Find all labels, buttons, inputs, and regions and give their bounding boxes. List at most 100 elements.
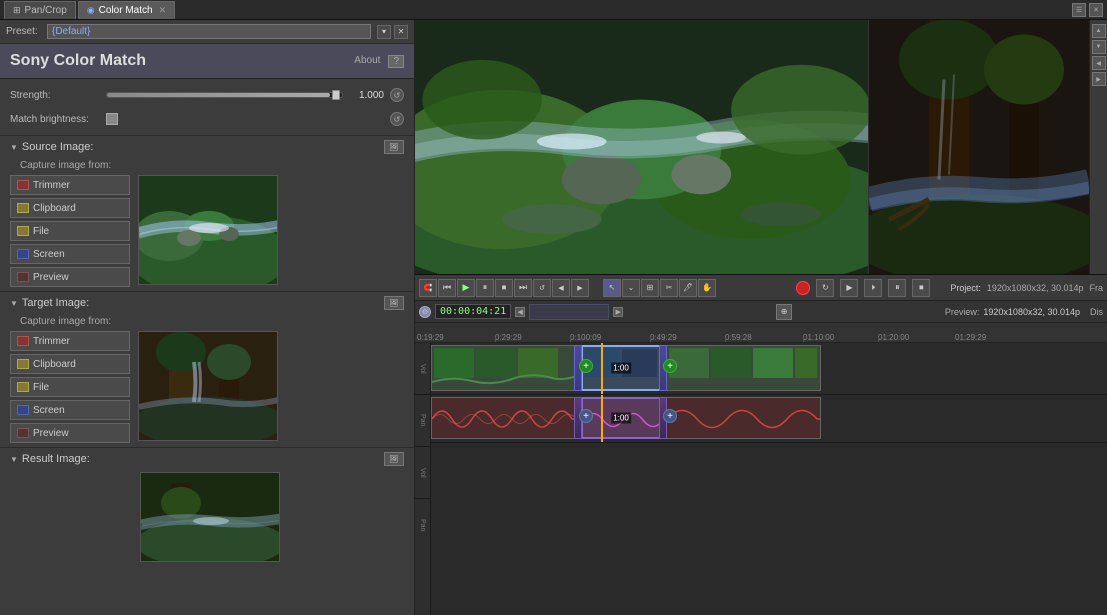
preset-label: Preset: [6,26,41,37]
tc-prev-btn[interactable]: ◀ [515,307,525,317]
render-btn[interactable]: ⏵ [864,279,882,297]
project-label: Project: [950,283,981,293]
stop2-btn[interactable]: ⏹ [912,279,930,297]
match-brightness-checkbox[interactable] [106,113,118,125]
audio-clip-3[interactable] [666,397,821,439]
add-audio-btn-2[interactable]: + [663,409,677,423]
play-btn[interactable]: ▶ [457,279,475,297]
strength-slider[interactable] [106,92,343,98]
source-clipboard-btn[interactable]: Clipboard [10,198,130,218]
add-clip-btn-1[interactable]: + [579,359,593,373]
small-video-svg [869,20,1089,274]
left-panel: Preset: {Default} ▾ ✕ Sony Color Match A… [0,20,415,615]
info-panel: ↻ ▶ ⏵ ⏸ ⏹ Project: 1920x1080x32, 30.014p… [796,279,1103,297]
brush-btn[interactable]: 🖊 [679,279,697,297]
snap-btn[interactable]: 🧲 [419,279,437,297]
source-triangle-icon: ▼ [10,143,18,152]
add-clip-btn-2[interactable]: + [663,359,677,373]
match-brightness-row: Match brightness: ↺ [10,109,404,129]
side-btn-1[interactable]: ▲ [1092,24,1106,38]
source-section-title: Source Image: [22,141,94,153]
side-btn-2[interactable]: ▼ [1092,40,1106,54]
pause2-btn[interactable]: ⏸ [888,279,906,297]
source-preview-btn[interactable]: Preview [10,267,130,287]
target-screen-btn[interactable]: Screen [10,400,130,420]
rewind-start-btn[interactable]: ⏮ [438,279,456,297]
preset-save-btn[interactable]: ▾ [377,25,391,39]
loop-region-btn[interactable]: ↻ [816,279,834,297]
audio-clip-2[interactable]: 1:00 [581,397,661,439]
result-thumbnail [140,472,280,562]
source-trimmer-label: Trimmer [33,180,70,191]
vol2-label: Vol [419,468,426,478]
hand-btn[interactable]: ✋ [698,279,716,297]
video-clip-2[interactable]: 1:00 [581,345,661,391]
preset-close-btn[interactable]: ✕ [394,25,408,39]
preview-icon [17,272,29,282]
match-brightness-reset-btn[interactable]: ↺ [390,112,404,126]
record-button[interactable] [796,281,810,295]
target-file-btn[interactable]: File [10,377,130,397]
source-file-label: File [33,226,49,237]
preset-dropdown[interactable]: {Default} [47,24,371,39]
source-image-icon[interactable]: 🖼 [384,140,404,154]
side-btn-3[interactable]: ◀ [1092,56,1106,70]
audio-clip-1[interactable] [431,397,576,439]
result-image-icon[interactable]: 🖼 [384,452,404,466]
target-preview-btn[interactable]: Preview [10,423,130,443]
stop-btn[interactable]: ⏹ [495,279,513,297]
strength-label: Strength: [10,90,100,101]
target-triangle-icon: ▼ [10,299,18,308]
strength-reset-btn[interactable]: ↺ [390,88,404,102]
tab-close-icon[interactable]: ✕ [159,5,167,16]
timecode-display[interactable]: 00:00:04:21 [435,304,511,319]
result-image-section: ▼ Result Image: 🖼 [0,447,414,566]
video-row: ▲ ▼ ◀ ▶ [415,20,1107,275]
envelope-btn[interactable]: ⌄ [622,279,640,297]
tc-marker-icon[interactable]: ⊕ [776,304,792,320]
ruler-mark-4: 0:59:28 [725,333,752,342]
razor-btn[interactable]: ✂ [660,279,678,297]
tc-next-btn[interactable]: ▶ [613,307,623,317]
help-link[interactable]: ? [388,55,404,68]
source-file-btn[interactable]: File [10,221,130,241]
screen-icon [17,249,29,259]
playhead-video [601,343,603,394]
video-clip-3-svg [667,346,821,391]
tc-textbox[interactable] [529,304,609,320]
target-image-icon[interactable]: 🖼 [384,296,404,310]
timeline-ruler: 0:19:29 0:29:29 0:100:09 0:49:29 0:59:28… [415,323,1107,343]
side-btn-4[interactable]: ▶ [1092,72,1106,86]
tab-color-match[interactable]: ◉ Color Match ✕ [78,1,175,19]
source-preview-label: Preview [33,272,69,283]
add-audio-btn-1[interactable]: + [579,409,593,423]
track-label-vol2: Vol [415,447,430,499]
fra-label: Fra [1090,283,1104,293]
tab-bar: ⊞ Pan/Crop ◉ Color Match ✕ ☰ ✕ [0,0,1107,20]
next-frame-btn[interactable]: ▶ [571,279,589,297]
target-clipboard-label: Clipboard [33,359,76,370]
about-link[interactable]: About [354,55,380,68]
video-clip-3[interactable] [666,345,821,391]
tab-pan-crop[interactable]: ⊞ Pan/Crop [4,1,76,19]
source-screen-btn[interactable]: Screen [10,244,130,264]
pause-btn[interactable]: ⏸ [476,279,494,297]
zoom-btn[interactable]: ⊞ [641,279,659,297]
source-thumbnail [138,175,278,285]
tab-bar-menu-btn[interactable]: ☰ [1072,3,1086,17]
ff-end-btn[interactable]: ⏭ [514,279,532,297]
loop-btn[interactable]: ↺ [533,279,551,297]
video-clip-1[interactable] [431,345,576,391]
select-btn[interactable]: ↖ [603,279,621,297]
preview-btn[interactable]: ▶ [840,279,858,297]
target-clipboard-btn[interactable]: Clipboard [10,354,130,374]
prev-frame-btn[interactable]: ◀ [552,279,570,297]
ruler-mark-6: 01:20:00 [878,333,909,342]
preview-label: Preview: [945,307,980,317]
source-trimmer-btn[interactable]: Trimmer [10,175,130,195]
source-clipboard-label: Clipboard [33,203,76,214]
target-file-icon [17,382,29,392]
tab-bar-close-btn[interactable]: ✕ [1089,3,1103,17]
track-label-vol: Vol [415,343,430,395]
target-trimmer-btn[interactable]: Trimmer [10,331,130,351]
